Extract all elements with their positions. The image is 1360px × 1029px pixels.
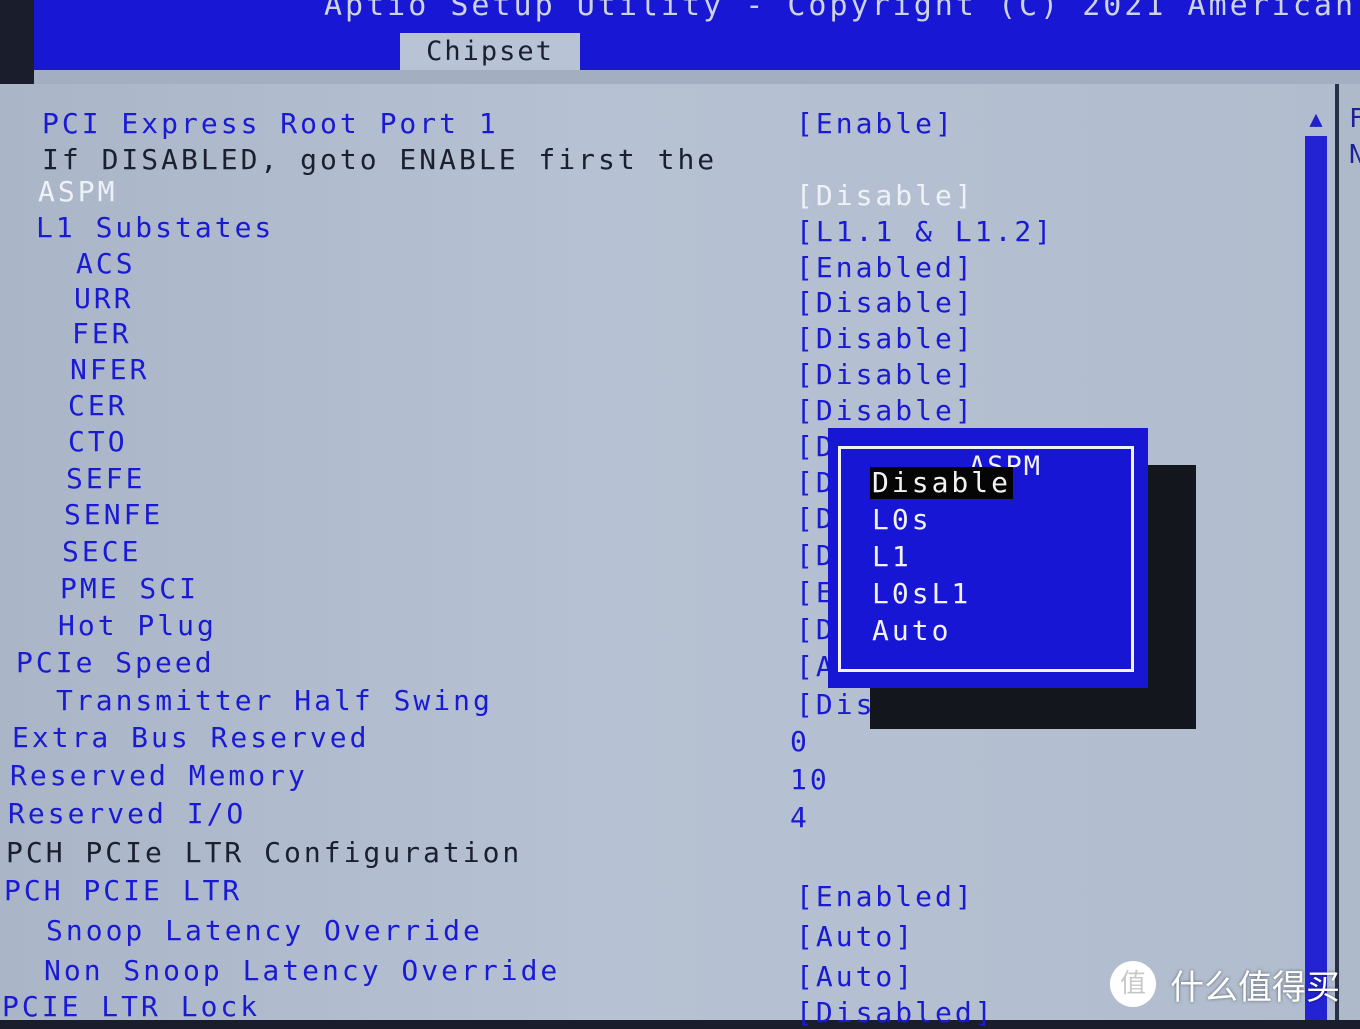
setting-value-l1-substates[interactable]: [L1.1 & L1.2] xyxy=(796,216,1054,248)
header-bar: Aptio Setup Utility - Copyright (C) 2021… xyxy=(34,0,1360,70)
up-arrow-icon[interactable]: ▲ xyxy=(1304,108,1328,132)
setting-value-reserved-io[interactable]: 4 xyxy=(790,802,810,834)
help-text-line: F xyxy=(1349,104,1360,134)
popup-option-l0sl1[interactable]: L0sL1 xyxy=(870,578,973,610)
setting-label-aspm[interactable]: ASPM xyxy=(38,176,117,208)
watermark: 值 什么值得买 xyxy=(1110,958,1340,1010)
setting-label-l1-substates[interactable]: L1 Substates xyxy=(36,212,274,244)
setting-value-acs[interactable]: [Enabled] xyxy=(796,252,975,284)
section-heading-pch-pcie-ltr: PCH PCIe LTR Configuration xyxy=(6,836,523,869)
popup-option-auto[interactable]: Auto xyxy=(870,615,953,647)
app-title: Aptio Setup Utility - Copyright (C) 2021… xyxy=(324,0,1360,23)
setting-label-pch-pcie-ltr[interactable]: PCH PCIE LTR xyxy=(4,875,242,907)
watermark-logo-icon: 值 xyxy=(1110,961,1156,1007)
setting-value-pcie-ltr-lock[interactable]: [Disabled] xyxy=(796,997,995,1029)
setting-value-snoop-latency-override[interactable]: [Auto] xyxy=(796,921,915,953)
setting-value-cer[interactable]: [Disable] xyxy=(796,395,975,427)
setting-label-pme-sci[interactable]: PME SCI xyxy=(60,573,199,605)
setting-label-snoop-latency-override[interactable]: Snoop Latency Override xyxy=(46,915,483,947)
setting-label-reserved-memory[interactable]: Reserved Memory xyxy=(10,760,308,792)
setting-label-cto[interactable]: CTO xyxy=(68,426,128,458)
setting-label-transmitter-half-swing[interactable]: Transmitter Half Swing xyxy=(56,685,493,717)
setting-label-sefe[interactable]: SEFE xyxy=(66,463,145,495)
setting-value-fer[interactable]: [Disable] xyxy=(796,323,975,355)
setting-label-urr[interactable]: URR xyxy=(74,283,134,315)
setting-label-extra-bus-reserved[interactable]: Extra Bus Reserved xyxy=(12,722,369,754)
popup-option-disable[interactable]: Disable xyxy=(870,467,1014,499)
popup-option-l0s[interactable]: L0s xyxy=(870,504,934,536)
setting-value-pci-express-root-port[interactable]: [Enable] xyxy=(796,108,955,140)
header-divider xyxy=(34,70,1360,84)
setting-label-senfe[interactable]: SENFE xyxy=(64,499,163,531)
setting-label-pcie-speed[interactable]: PCIe Speed xyxy=(16,647,215,679)
setting-label-cer[interactable]: CER xyxy=(68,390,128,422)
setting-value-extra-bus-reserved[interactable]: 0 xyxy=(790,726,810,758)
setting-value-nfer[interactable]: [Disable] xyxy=(796,359,975,391)
setting-value-transmitter-half-swing[interactable]: [Dis xyxy=(796,689,875,721)
setting-label-nfer[interactable]: NFER xyxy=(70,354,149,386)
scrollbar[interactable] xyxy=(1305,136,1327,1020)
tab-chipset[interactable]: Chipset xyxy=(400,33,580,70)
setting-value-urr[interactable]: [Disable] xyxy=(796,287,975,319)
setting-value-non-snoop-latency-override[interactable]: [Auto] xyxy=(796,961,915,993)
setting-value-pch-pcie-ltr[interactable]: [Enabled] xyxy=(796,881,975,913)
setting-label-hot-plug[interactable]: Hot Plug xyxy=(58,610,217,642)
help-pane: F N xyxy=(1335,84,1360,1020)
setting-label-pci-express-root-port[interactable]: PCI Express Root Port 1 xyxy=(42,108,499,140)
help-text-line: N xyxy=(1349,140,1360,170)
watermark-text: 什么值得买 xyxy=(1170,967,1340,1008)
setting-label-sece[interactable]: SECE xyxy=(62,536,141,568)
setting-label-non-snoop-latency-override[interactable]: Non Snoop Latency Override xyxy=(44,955,560,987)
setting-label-acs[interactable]: ACS xyxy=(76,248,136,280)
aspm-popup[interactable]: ASPM Disable L0s L1 L0sL1 Auto xyxy=(828,428,1148,688)
popup-option-l1[interactable]: L1 xyxy=(870,541,914,573)
setting-label-fer[interactable]: FER xyxy=(72,318,132,350)
setting-label-reserved-io[interactable]: Reserved I/O xyxy=(8,798,246,830)
setting-note: If DISABLED, goto ENABLE first the xyxy=(42,143,718,176)
setting-value-reserved-memory[interactable]: 10 xyxy=(790,764,830,796)
setting-value-aspm[interactable]: [Disable] xyxy=(796,180,975,212)
setting-label-pcie-ltr-lock[interactable]: PCIE LTR Lock xyxy=(2,991,260,1023)
